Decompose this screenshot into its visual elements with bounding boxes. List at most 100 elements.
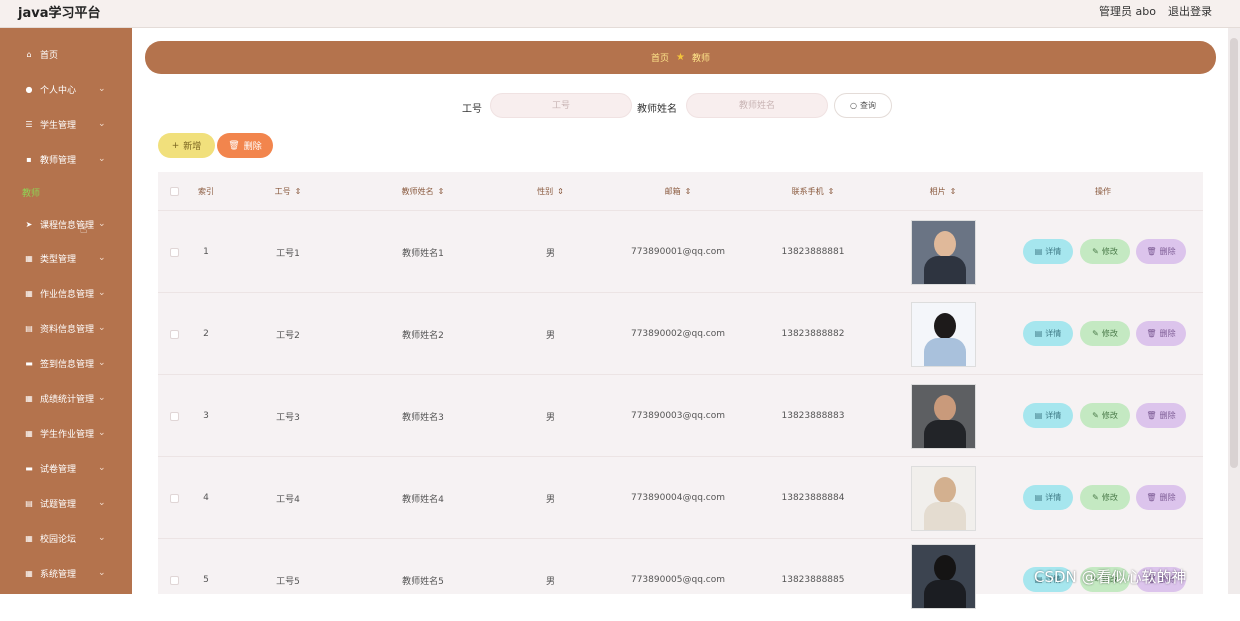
edit-button[interactable]: ✎ 修改 bbox=[1080, 321, 1130, 346]
detail-label: 详情 bbox=[1045, 411, 1062, 420]
chevron-down-icon: ⌄ bbox=[98, 253, 106, 263]
detail-button[interactable]: ▤ 详情 bbox=[1023, 403, 1073, 428]
row-checkbox[interactable] bbox=[169, 411, 179, 421]
doc-icon: ▤ bbox=[25, 323, 33, 333]
teacher-table: 索引 工号 ⇕ 教师姓名 ⇕ 性别 ⇕ 邮箱 ⇕ 联系手机 ⇕ 相片 ⇕ 操作 1 工号1 … bbox=[158, 172, 1203, 609]
column-header-photo[interactable]: 相片 bbox=[930, 186, 946, 197]
detail-icon: ▤ bbox=[1034, 493, 1043, 502]
column-header-gender[interactable]: 性别 bbox=[537, 186, 553, 197]
cell-id: 工号5 bbox=[276, 576, 300, 587]
chevron-down-icon: ⌄ bbox=[98, 119, 106, 129]
row-checkbox[interactable] bbox=[169, 493, 179, 503]
chevron-down-icon: ⌄ bbox=[98, 154, 106, 164]
sort-icon: ⇕ bbox=[294, 186, 302, 196]
cell-name: 教师姓名3 bbox=[402, 412, 444, 423]
grid-icon: ▦ bbox=[25, 253, 33, 263]
edit-button[interactable]: ✎ 修改 bbox=[1080, 403, 1130, 428]
column-header-name[interactable]: 教师姓名 bbox=[402, 186, 434, 197]
detail-icon: ▤ bbox=[1034, 247, 1043, 256]
sidebar-item-students[interactable]: ☰ 学生管理 ⌄ bbox=[0, 113, 132, 135]
grid-icon: ▦ bbox=[25, 288, 33, 298]
query-button[interactable]: ○ 查询 bbox=[834, 93, 892, 118]
home-icon: ⌂ bbox=[26, 49, 32, 59]
teacher-photo bbox=[910, 383, 976, 449]
trash-icon: 🗑 bbox=[1146, 329, 1157, 338]
delete-button[interactable]: 🗑 删除 bbox=[1136, 321, 1186, 346]
breadcrumb-current: 教师 bbox=[691, 54, 710, 64]
sidebar-item-questions[interactable]: ▤ 试题管理 ⌄ bbox=[0, 492, 132, 514]
chevron-down-icon: ⌄ bbox=[98, 219, 106, 229]
edit-icon: ✎ bbox=[1092, 411, 1099, 420]
sidebar-item-label: 校园论坛 bbox=[40, 534, 77, 545]
sidebar-item-forum[interactable]: ▦ 校园论坛 ⌄ bbox=[0, 527, 132, 549]
logout-link[interactable]: 退出登录 bbox=[1168, 3, 1212, 19]
sort-icon: ⇕ bbox=[827, 186, 835, 196]
edit-button[interactable]: ✎ 修改 bbox=[1080, 239, 1130, 264]
add-button[interactable]: + 新增 bbox=[158, 133, 215, 158]
cell-id: 工号3 bbox=[276, 412, 300, 423]
sidebar-item-home[interactable]: ⌂ 首页 bbox=[0, 43, 132, 65]
sidebar-item-profile[interactable]: ● 个人中心 ⌄ bbox=[0, 78, 132, 100]
detail-label: 详情 bbox=[1045, 493, 1062, 502]
detail-button[interactable]: ▤ 详情 bbox=[1023, 321, 1073, 346]
chevron-down-icon: ⌄ bbox=[98, 533, 106, 543]
sort-icon: ⇕ bbox=[949, 186, 957, 196]
grid-icon: ▦ bbox=[25, 568, 33, 578]
plus-icon: + bbox=[171, 140, 180, 151]
cell-gender: 男 bbox=[545, 412, 555, 423]
cell-gender: 男 bbox=[545, 494, 555, 505]
sidebar-item-course[interactable]: ➤ 课程信息管理 ⌄ bbox=[0, 213, 132, 235]
delete-button[interactable]: 🗑 删除 bbox=[1136, 485, 1186, 510]
sidebar-item-student-homework[interactable]: ▦ 学生作业管理 ⌄ bbox=[0, 422, 132, 444]
cell-index: 2 bbox=[203, 329, 209, 339]
sidebar-item-grades[interactable]: ▦ 成绩统计管理 ⌄ bbox=[0, 387, 132, 409]
detail-label: 详情 bbox=[1045, 247, 1062, 256]
breadcrumb-home[interactable]: 首页 bbox=[651, 51, 669, 64]
sidebar-item-types[interactable]: ▦ 类型管理 ⌄ bbox=[0, 247, 132, 269]
cell-phone: 13823888885 bbox=[781, 575, 845, 585]
edit-icon: ✎ bbox=[1092, 247, 1099, 256]
cell-id: 工号1 bbox=[276, 248, 300, 259]
sidebar-item-signin[interactable]: ▬ 签到信息管理 ⌄ bbox=[0, 352, 132, 374]
user-icon: ● bbox=[25, 84, 33, 94]
row-checkbox[interactable] bbox=[169, 247, 179, 257]
select-all-checkbox[interactable] bbox=[169, 186, 179, 196]
delete-button[interactable]: 🗑 删除 bbox=[1136, 403, 1186, 428]
vertical-scrollbar[interactable] bbox=[1228, 28, 1240, 594]
row-checkbox[interactable] bbox=[169, 575, 179, 585]
batch-delete-button[interactable]: 🗑 删除 bbox=[217, 133, 273, 158]
column-header-index: 索引 bbox=[198, 186, 214, 196]
edit-label: 修改 bbox=[1101, 247, 1118, 256]
admin-label: 管理员 abo bbox=[1099, 5, 1156, 18]
row-checkbox[interactable] bbox=[169, 329, 179, 339]
column-header-email[interactable]: 邮箱 bbox=[665, 186, 681, 197]
sidebar-item-papers[interactable]: ▬ 试卷管理 ⌄ bbox=[0, 457, 132, 479]
detail-button[interactable]: ▤ 详情 bbox=[1023, 239, 1073, 264]
scrollbar-thumb[interactable] bbox=[1230, 38, 1238, 468]
cell-phone: 13823888881 bbox=[781, 247, 845, 257]
delete-label: 删除 bbox=[1159, 329, 1176, 338]
cell-phone: 13823888883 bbox=[781, 411, 845, 421]
edit-label: 修改 bbox=[1101, 329, 1118, 338]
cell-phone: 13823888882 bbox=[781, 329, 845, 339]
sidebar-item-label: 成绩统计管理 bbox=[40, 394, 95, 405]
edit-button[interactable]: ✎ 修改 bbox=[1080, 485, 1130, 510]
sort-icon: ⇕ bbox=[684, 186, 692, 196]
search-name-label: 教师姓名 bbox=[637, 104, 677, 115]
sidebar-item-teachers[interactable]: ▪ 教师管理 ⌄ bbox=[0, 148, 132, 170]
chevron-down-icon: ⌄ bbox=[98, 393, 106, 403]
sidebar-item-homework[interactable]: ▦ 作业信息管理 ⌄ bbox=[0, 282, 132, 304]
search-name-input[interactable] bbox=[686, 93, 828, 118]
sidebar-item-label: 作业信息管理 bbox=[40, 289, 95, 300]
list-icon: ▪ bbox=[26, 154, 32, 164]
column-header-id[interactable]: 工号 bbox=[275, 186, 291, 197]
detail-icon: ▤ bbox=[1034, 329, 1043, 338]
sidebar-item-label: 首页 bbox=[40, 50, 59, 61]
search-id-input[interactable] bbox=[490, 93, 632, 118]
grid-icon: ▦ bbox=[25, 533, 33, 543]
sidebar-item-system[interactable]: ▦ 系统管理 ⌄ bbox=[0, 562, 132, 584]
delete-button[interactable]: 🗑 删除 bbox=[1136, 239, 1186, 264]
sidebar-item-materials[interactable]: ▤ 资料信息管理 ⌄ bbox=[0, 317, 132, 339]
column-header-phone[interactable]: 联系手机 bbox=[792, 186, 824, 197]
detail-button[interactable]: ▤ 详情 bbox=[1023, 485, 1073, 510]
